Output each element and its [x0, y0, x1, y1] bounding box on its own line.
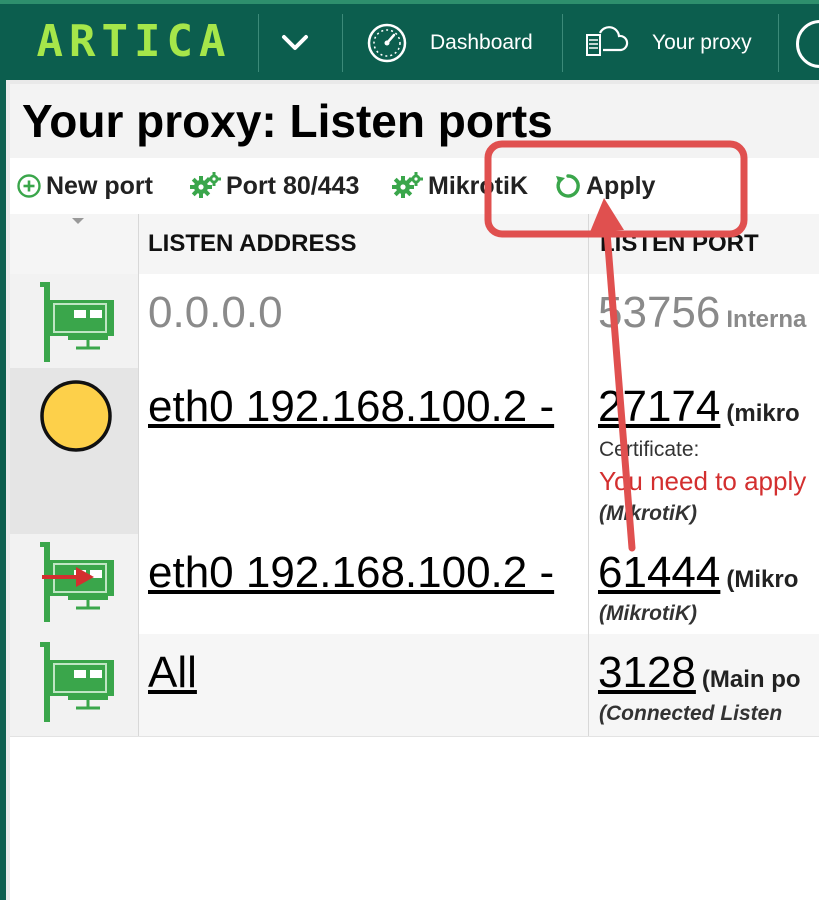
nav-your-proxy[interactable]: Your proxy [584, 18, 752, 68]
listen-port: 27174 (mikro [598, 382, 800, 432]
nav-dashboard-label: Dashboard [430, 31, 533, 54]
listen-address-link[interactable]: eth0 192.168.100.2 - [148, 382, 554, 432]
column-header-listen-port[interactable]: LISTEN PORT [600, 214, 759, 274]
listen-port: 3128 (Main po [598, 648, 801, 698]
table-row[interactable]: 0.0.0.0 53756 Interna [10, 274, 819, 369]
listen-address-link[interactable]: All [148, 648, 197, 698]
nav-divider [258, 14, 259, 72]
gear-icon [392, 172, 423, 198]
row-icon-cell [10, 534, 138, 634]
nav-divider [778, 14, 779, 72]
mikrotik-button[interactable]: MikrotiK [392, 170, 528, 202]
chevron-down-icon[interactable] [278, 26, 312, 60]
port-label: (Main po [701, 666, 801, 693]
listen-address: 0.0.0.0 [148, 288, 283, 337]
new-port-button[interactable]: New port [16, 170, 153, 202]
gear-icon [190, 172, 221, 198]
nav-your-proxy-label: Your proxy [652, 31, 752, 54]
yellow-circle-icon [40, 380, 112, 452]
port-tag: (MikrotiK) [599, 502, 697, 525]
port-number-link[interactable]: 61444 [598, 548, 720, 597]
proxy-cloud-icon [586, 26, 629, 56]
title-bar: Your proxy: Listen ports [10, 84, 819, 159]
nav-divider [562, 14, 563, 72]
column-header-listen-address[interactable]: LISTEN ADDRESS [148, 214, 356, 274]
port-label: (Mikro [726, 566, 799, 593]
apply-warning: You need to apply [599, 466, 807, 496]
port-number-link[interactable]: 27174 [598, 382, 720, 431]
network-card-icon [40, 282, 114, 362]
row-icon-cell [10, 634, 138, 736]
sort-indicator-icon[interactable] [72, 218, 84, 226]
table-row[interactable]: eth0 192.168.100.2 - 61444 (Mikro (Mikrot… [10, 534, 819, 635]
network-card-icon [40, 642, 114, 722]
port-label: (mikro [726, 400, 800, 427]
nav-more-button[interactable] [796, 20, 819, 68]
toolbar: New port Port 80/443 MikrotiK Apply [10, 158, 819, 215]
nav-dashboard[interactable]: Dashboard [366, 18, 533, 68]
column-divider [138, 214, 139, 736]
listen-port: 61444 (Mikro [598, 548, 798, 598]
apply-label: Apply [586, 171, 656, 200]
listen-address-link[interactable]: eth0 192.168.100.2 - [148, 548, 554, 598]
port-80-443-label: Port 80/443 [226, 171, 360, 200]
new-port-label: New port [46, 171, 153, 200]
port-label: Interna [726, 306, 807, 333]
row-icon-cell [10, 368, 138, 534]
listen-port: 53756 Interna [598, 288, 806, 338]
row-icon-cell [10, 274, 138, 368]
refresh-icon [556, 174, 580, 198]
content-panel: Your proxy: Listen ports New port Port 8… [6, 80, 819, 900]
nav-divider [342, 14, 343, 72]
port-80-443-button[interactable]: Port 80/443 [190, 170, 359, 202]
dashboard-gauge-icon [367, 23, 407, 63]
page-title: Your proxy: Listen ports [22, 95, 553, 147]
table-header: LISTEN ADDRESS LISTEN PORT [10, 214, 819, 275]
red-arrow-icon [42, 567, 94, 587]
artica-logo[interactable]: ARTICA [34, 16, 234, 67]
apply-button[interactable]: Apply [554, 170, 655, 202]
port-number: 53756 [598, 288, 721, 337]
port-tag: (Connected Listen [599, 702, 783, 725]
table-row[interactable]: eth0 192.168.100.2 - 27174 (mikro Certifi… [10, 368, 819, 535]
port-number-link[interactable]: 3128 [598, 648, 696, 697]
port-tag: (MikrotiK) [599, 602, 697, 625]
certificate-label: Certificate: [599, 438, 700, 461]
column-divider [588, 214, 589, 736]
mikrotik-label: MikrotiK [428, 171, 528, 200]
add-circle-icon [17, 174, 41, 198]
top-navbar: ARTICA Dashboard Your proxy [0, 0, 819, 80]
table-row[interactable]: All 3128 (Main po (Connected Listen [10, 634, 819, 737]
